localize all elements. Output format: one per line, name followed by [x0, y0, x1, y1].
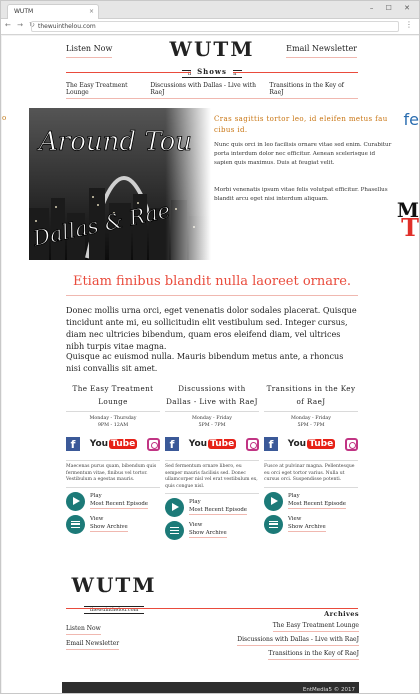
- email-newsletter-link[interactable]: Email Newsletter: [286, 44, 357, 58]
- archive-link-transitions[interactable]: Transitions in the Key of RaeJ: [268, 650, 359, 660]
- shows-columns: The Easy Treatment Lounge Monday - Thurs…: [66, 382, 358, 592]
- show-link-easy-treatment[interactable]: The Easy Treatment Lounge: [66, 82, 151, 99]
- show-link-discussions[interactable]: Discussions with Dallas - Live with RaeJ: [150, 82, 270, 99]
- intro-paragraph-1: Donec mollis urna orci, eget venenatis d…: [66, 305, 357, 351]
- show-archive-link[interactable]: Show Archive: [90, 523, 128, 532]
- shows-label: Shows: [191, 67, 233, 76]
- show-title[interactable]: The Easy Treatment Lounge: [66, 382, 160, 412]
- image-text-1: Around Tou: [37, 127, 192, 157]
- show-days: Monday - Thursday: [89, 416, 137, 421]
- listen-now-link[interactable]: Listen Now: [66, 44, 113, 58]
- play-icon[interactable]: [66, 491, 85, 511]
- youtube-you: You: [287, 439, 307, 449]
- instagram-icon[interactable]: [245, 437, 259, 451]
- list-icon[interactable]: [165, 521, 184, 540]
- show-time: 9PM - 12AM: [97, 423, 129, 428]
- web-page: Listen Now Email Newsletter WUTM thewuin…: [2, 36, 419, 693]
- footer-divider: [66, 608, 358, 609]
- social-links: f You Tube: [66, 432, 160, 456]
- archive-action[interactable]: View Show Archive: [66, 514, 160, 534]
- archive-action[interactable]: View Show Archive: [165, 521, 259, 540]
- recent-episode-link[interactable]: Most Recent Episode: [288, 500, 346, 509]
- list-icon[interactable]: [66, 514, 85, 534]
- play-icon[interactable]: [165, 498, 184, 517]
- show-column-easy-treatment: The Easy Treatment Lounge Monday - Thurs…: [66, 382, 160, 534]
- youtube-tube: Tube: [109, 439, 138, 449]
- browser-window: WUTM × – ☐ ✕ ← → ↻ thewuinthelou.com ⋮ L…: [0, 0, 420, 694]
- featured-paragraph-1: Nunc quis orci in leo facilisis ornare v…: [214, 142, 392, 166]
- featured-heading[interactable]: Cras sagittis tortor leo, id eleifen met…: [214, 114, 394, 136]
- show-link-transitions[interactable]: Transitions in the Key of RaeJ: [269, 82, 359, 99]
- tagline: Etiam finibus blandit nulla laoreet orna…: [66, 274, 358, 296]
- recent-episode-link[interactable]: Most Recent Episode: [90, 500, 148, 509]
- play-label: Play: [288, 492, 300, 499]
- browser-tab[interactable]: WUTM ×: [7, 4, 99, 19]
- youtube-tube: Tube: [307, 439, 336, 449]
- featured-image[interactable]: Around Tou Dallas & Rae: [29, 108, 211, 260]
- show-archive-link[interactable]: Show Archive: [288, 523, 326, 532]
- list-icon[interactable]: [264, 514, 283, 534]
- archive-action[interactable]: View Show Archive: [264, 514, 358, 534]
- view-label: View: [288, 515, 302, 522]
- show-description: Sed fermentum ornare libero, eu semper m…: [165, 460, 259, 494]
- play-icon[interactable]: [264, 491, 283, 511]
- archive-link-easy-treatment[interactable]: The Easy Treatment Lounge: [272, 622, 359, 632]
- slider-next-fragment-3: T: [401, 213, 419, 242]
- facebook-icon[interactable]: f: [66, 437, 80, 451]
- address-bar: ← → ↻ thewuinthelou.com ⋮: [1, 19, 419, 35]
- instagram-icon[interactable]: [146, 437, 160, 451]
- tab-title: WUTM: [14, 8, 34, 15]
- footer-logo-text: WUTM: [71, 573, 157, 597]
- show-time: 5PM - 7PM: [198, 423, 226, 428]
- show-column-transitions: Transitions in the Key of RaeJ Monday - …: [264, 382, 358, 534]
- show-description: Fusce at pulvinar magna. Pellentesque eu…: [264, 460, 358, 488]
- logo-text: WUTM: [169, 37, 255, 61]
- show-archive-link[interactable]: Show Archive: [189, 529, 227, 538]
- play-action[interactable]: Play Most Recent Episode: [165, 498, 259, 517]
- intro-paragraph-2: Quisque ac euismod nulla. Mauris bibendu…: [66, 351, 344, 373]
- tab-strip: WUTM × – ☐ ✕: [1, 1, 419, 19]
- show-time: 5PM - 7PM: [297, 423, 325, 428]
- youtube-icon[interactable]: You Tube: [188, 439, 237, 449]
- youtube-icon[interactable]: You Tube: [287, 439, 336, 449]
- show-title[interactable]: Discussions with Dallas - Live with RaeJ: [165, 382, 259, 412]
- featured-paragraph-2: Morbi venenatis ipsum vitae felis volutp…: [214, 187, 388, 202]
- facebook-icon[interactable]: f: [264, 437, 278, 451]
- play-action[interactable]: Play Most Recent Episode: [66, 491, 160, 511]
- view-label: View: [90, 515, 104, 522]
- social-links: f You Tube: [264, 432, 358, 456]
- menu-icon[interactable]: ⋮: [405, 20, 413, 29]
- show-days: Monday - Friday: [192, 416, 232, 421]
- social-links: f You Tube: [165, 432, 259, 456]
- slider-prev-fragment: o: [2, 114, 7, 122]
- instagram-icon[interactable]: [344, 437, 358, 451]
- copyright-bar: EntMedia5 © 2017: [62, 682, 359, 693]
- footer-listen-now-link[interactable]: Listen Now: [66, 625, 101, 635]
- site-footer: WUTM thewuinthelou.com Listen Now Email …: [2, 570, 419, 693]
- url-field[interactable]: thewuinthelou.com: [31, 21, 399, 32]
- view-label: View: [189, 522, 203, 528]
- city-skyline-image: Around Tou Dallas & Rae: [29, 108, 211, 260]
- recent-episode-link[interactable]: Most Recent Episode: [189, 506, 247, 515]
- archives-heading: Archives: [324, 610, 359, 618]
- show-days: Monday - Friday: [291, 416, 331, 421]
- show-nav: The Easy Treatment Lounge Discussions wi…: [66, 82, 359, 99]
- window-controls[interactable]: – ☐ ✕: [370, 4, 415, 12]
- play-label: Play: [90, 492, 102, 499]
- facebook-icon[interactable]: f: [165, 437, 179, 451]
- play-label: Play: [189, 499, 201, 505]
- footer-email-newsletter-link[interactable]: Email Newsletter: [66, 640, 120, 650]
- archive-link-discussions[interactable]: Discussions with Dallas - Live with RaeJ: [237, 636, 359, 646]
- show-column-discussions: Discussions with Dallas - Live with RaeJ…: [165, 382, 259, 540]
- slider-next-fragment-1: fe: [403, 110, 419, 129]
- youtube-icon[interactable]: You Tube: [89, 439, 138, 449]
- show-title[interactable]: Transitions in the Key of RaeJ: [264, 382, 358, 412]
- youtube-you: You: [89, 439, 109, 449]
- play-action[interactable]: Play Most Recent Episode: [264, 491, 358, 511]
- show-description: Maecenas purus quam, bibendum quis ferme…: [66, 460, 160, 488]
- youtube-tube: Tube: [208, 439, 237, 449]
- tab-close-icon[interactable]: ×: [89, 5, 94, 18]
- youtube-you: You: [188, 439, 208, 449]
